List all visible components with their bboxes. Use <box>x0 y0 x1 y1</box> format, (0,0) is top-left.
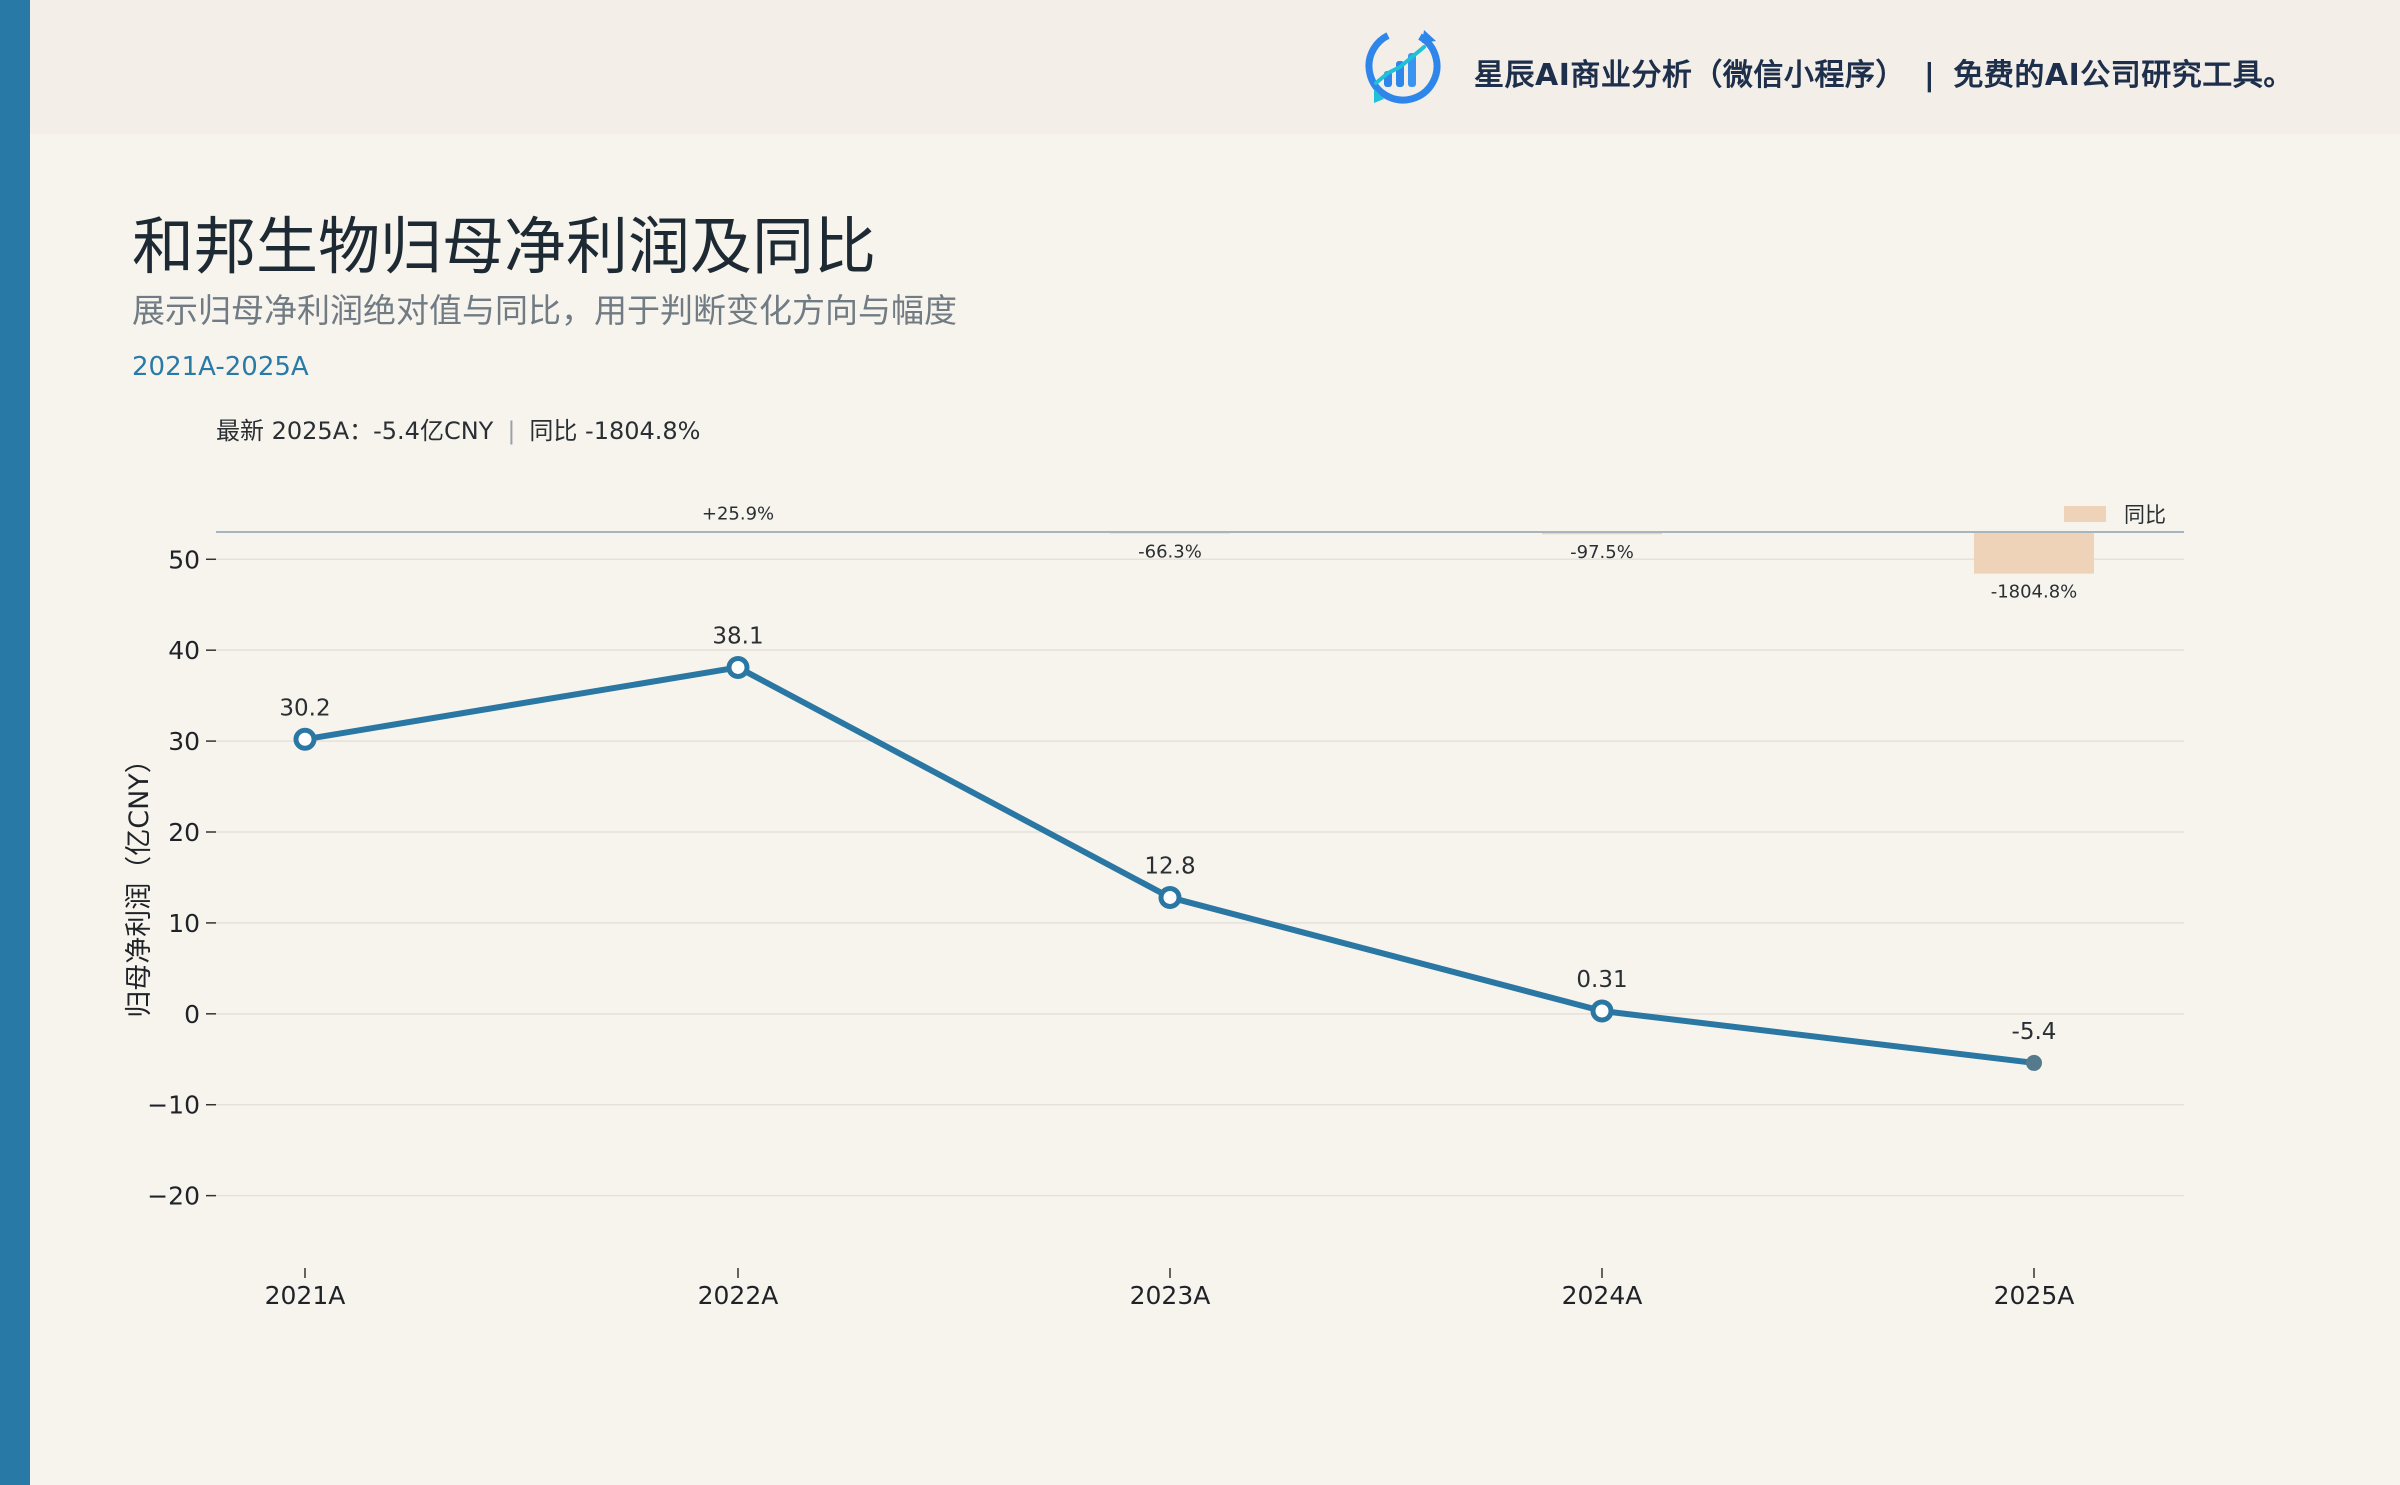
y-tick-label: 50 <box>168 545 200 574</box>
line-data-label: -5.4 <box>2012 1019 2057 1045</box>
line-data-label: 0.31 <box>1576 967 1627 993</box>
yoy-bar-label: -1804.8% <box>1991 582 2078 603</box>
page: 星辰AI商业分析（微信小程序） | 免费的AI公司研究工具。 和邦生物归母净利润及同… <box>0 0 2400 1485</box>
x-tick-label: 2022A <box>698 1281 779 1310</box>
yoy-bar-label: +25.9% <box>702 503 774 524</box>
y-tick-label: 40 <box>168 636 200 665</box>
legend-swatch <box>2064 506 2106 522</box>
line-point <box>2026 1054 2042 1071</box>
y-tick-label: 30 <box>168 727 200 756</box>
x-tick-label: 2023A <box>1130 1281 1211 1310</box>
yoy-bar-label: -66.3% <box>1138 542 1202 563</box>
line-point <box>1158 885 1182 909</box>
y-tick-label: −20 <box>147 1182 200 1211</box>
line-data-label: 12.8 <box>1144 853 1195 879</box>
y-tick-label: 0 <box>184 1000 200 1029</box>
yoy-bar-label: -97.5% <box>1570 542 1634 563</box>
x-tick-label: 2025A <box>1994 1281 2075 1310</box>
net-profit-chart: 50 40 30 20 10 0 −10 −20 +25.9% -66.3% -97.5% -1804… <box>124 503 2184 1310</box>
y-tick-label: 10 <box>168 909 200 938</box>
line-data-label: 30.2 <box>279 695 330 721</box>
y-tick-label: 20 <box>168 818 200 847</box>
legend-label: 同比 <box>2124 503 2166 527</box>
x-tick-label: 2024A <box>1562 1281 1643 1310</box>
y-axis-label: 归母净利润（亿CNY） <box>124 746 155 1018</box>
y-tick-label: −10 <box>147 1091 200 1120</box>
line-point <box>1590 999 1614 1023</box>
yoy-bar <box>1974 532 2094 574</box>
x-tick-label: 2021A <box>265 1281 346 1310</box>
line-point <box>726 655 750 679</box>
line-point <box>293 727 317 751</box>
line-data-label: 38.1 <box>712 623 763 649</box>
